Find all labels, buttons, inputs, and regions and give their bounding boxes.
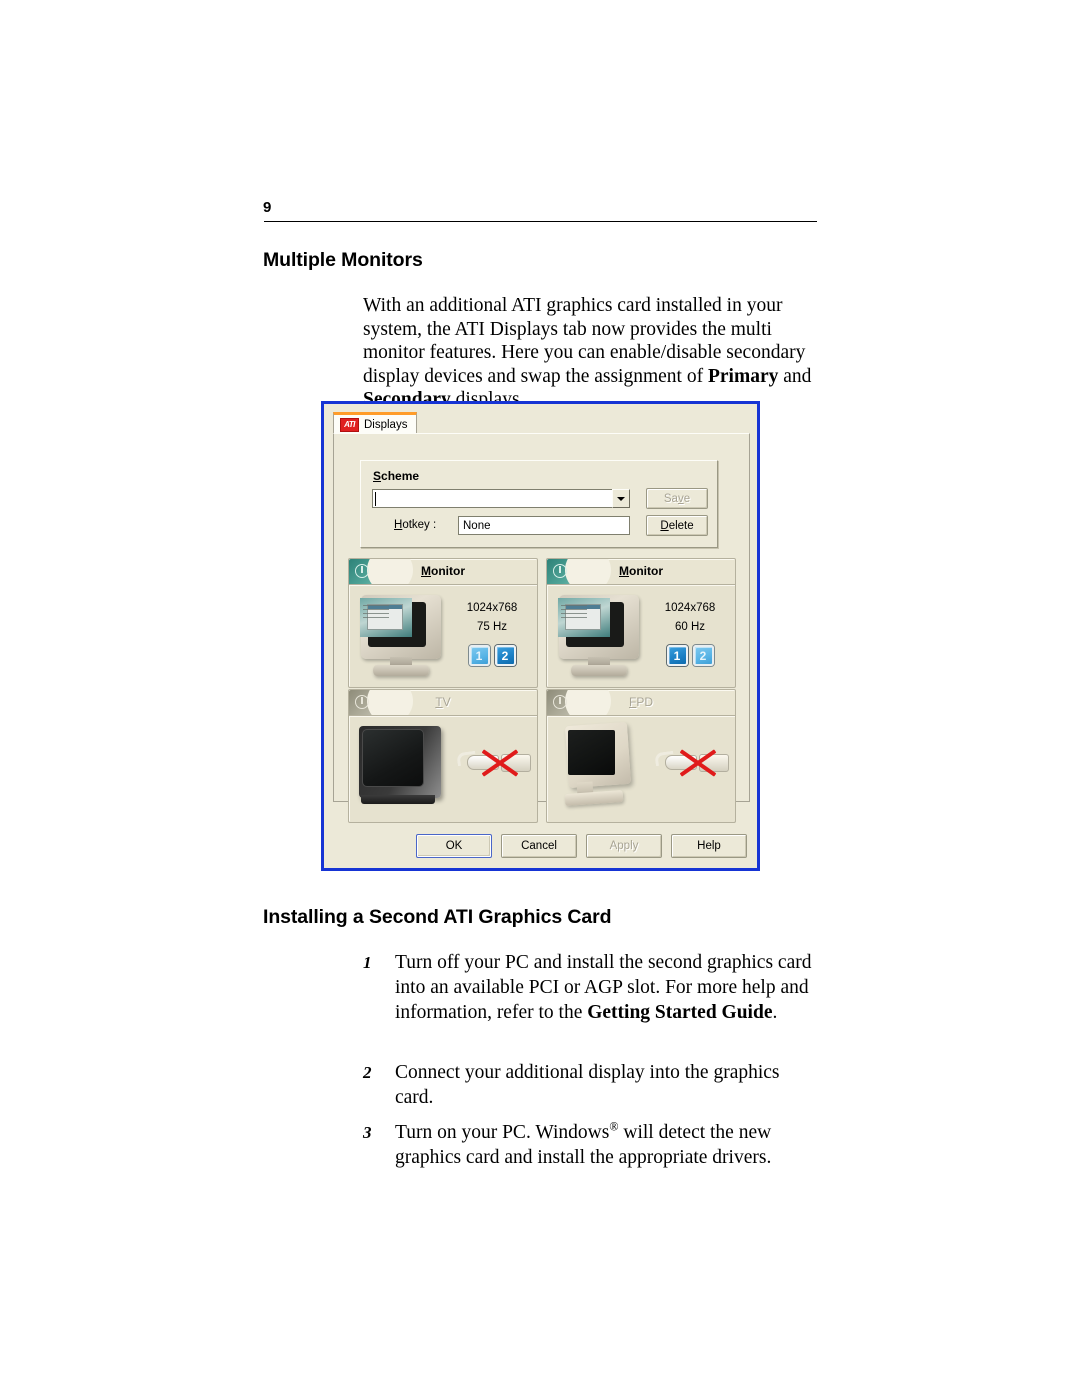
disconnected-cable-icon (456, 742, 541, 782)
ati-logo-icon: ATI (340, 417, 359, 432)
device-title-monitor-1: Monitor (349, 559, 537, 584)
hotkey-input[interactable]: None (458, 516, 630, 535)
hotkey-value: None (463, 519, 491, 532)
list-item-text: Turn on your PC. Windows® will detect th… (395, 1120, 815, 1170)
dialog-button-row: OK Cancel Apply Help (333, 834, 750, 860)
list-item-number: 3 (363, 1123, 372, 1142)
resolution-monitor-2: 1024x768 (664, 602, 716, 614)
device-title-monitor-2: Monitor (547, 559, 735, 584)
paragraph-multiple-monitors: With an additional ATI graphics card ins… (363, 294, 813, 412)
mode-info-monitor-1: 1024x768 75 Hz (449, 599, 535, 637)
crt-monitor-icon (357, 595, 445, 677)
display-badge-2[interactable]: 2 (692, 645, 714, 666)
device-title-tv: TV (349, 690, 537, 715)
tab-displays-label: Displays (364, 418, 408, 431)
list-item-text: Turn off your PC and install the second … (395, 950, 815, 1025)
device-body-tv (348, 716, 538, 823)
ati-displays-dialog[interactable]: ATI Displays Scheme Hotkey : None Sa v e… (321, 401, 760, 871)
device-title-rest: V (442, 695, 451, 709)
device-header-monitor-1: Monitor (348, 558, 538, 585)
list-item-text-end: . (772, 1002, 778, 1023)
display-badges-monitor-1: 1 2 (449, 645, 535, 666)
scheme-group-label: Scheme (373, 469, 419, 483)
delete-button-label-rest: elete (668, 519, 694, 532)
device-header-fpd: FPD (546, 689, 736, 716)
tab-body-panel: Scheme Hotkey : None Sa v e Delete Monit… (333, 433, 750, 823)
list-item: 1 Turn off your PC and install the secon… (363, 950, 815, 1025)
device-panel-monitor-2[interactable]: Monitor 1024x768 60 Hz 1 2 (546, 558, 736, 688)
device-title-accel: M (421, 564, 431, 578)
list-item-text: Connect your additional display into the… (395, 1060, 815, 1110)
save-button[interactable]: Sa v e (646, 488, 708, 509)
display-badge-2[interactable]: 2 (494, 645, 516, 666)
device-body-fpd (546, 716, 736, 823)
delete-button[interactable]: Delete (646, 515, 708, 536)
mode-info-monitor-2: 1024x768 60 Hz (647, 599, 733, 637)
display-badges-monitor-2: 1 2 (647, 645, 733, 666)
list-item-number: 2 (363, 1063, 372, 1082)
scheme-combo-dropdown-button[interactable] (612, 489, 630, 508)
delete-button-label-accel: D (660, 519, 669, 532)
device-title-accel: T (435, 695, 443, 709)
list-item-text-lead: Connect your additional display into the… (395, 1062, 780, 1108)
heading-installing-second-card: Installing a Second ATI Graphics Card (263, 906, 612, 928)
device-panel-monitor-1[interactable]: Monitor 1024x768 75 Hz 1 2 (348, 558, 538, 688)
device-header-tv: TV (348, 689, 538, 716)
list-item-text-lead: Turn on your PC. Windows (395, 1122, 610, 1143)
page-number: 9 (263, 199, 272, 216)
hotkey-label-rest: otkey : (402, 519, 437, 531)
device-title-fpd: FPD (547, 690, 735, 715)
heading-multiple-monitors: Multiple Monitors (263, 249, 423, 271)
help-button[interactable]: Help (671, 834, 747, 858)
header-rule (264, 221, 817, 222)
list-item: 2 Connect your additional display into t… (363, 1060, 815, 1110)
text-caret-icon (375, 492, 376, 506)
device-panel-fpd[interactable]: FPD (546, 689, 736, 823)
list-item: 3 Turn on your PC. Windows® will detect … (363, 1120, 815, 1170)
refresh-rate-monitor-1: 75 Hz (476, 621, 508, 633)
display-badge-1[interactable]: 1 (468, 645, 490, 666)
device-title-accel: M (619, 564, 629, 578)
ok-button[interactable]: OK (416, 834, 492, 858)
flat-panel-display-icon (561, 721, 649, 818)
refresh-rate-monitor-2: 60 Hz (674, 621, 706, 633)
registered-trademark-symbol: ® (609, 1119, 619, 1134)
crt-monitor-icon (555, 595, 643, 677)
resolution-monitor-1: 1024x768 (466, 602, 518, 614)
scheme-combo-input[interactable] (372, 489, 612, 508)
display-badge-1[interactable]: 1 (666, 645, 688, 666)
device-header-monitor-2: Monitor (546, 558, 736, 585)
scheme-label-rest: cheme (381, 469, 420, 483)
save-button-label-a: Sa (663, 492, 678, 505)
scheme-group: Scheme Hotkey : None Sa v e Delete (360, 460, 718, 548)
list-item-text-bold: Getting Started Guide (587, 1002, 773, 1023)
apply-button[interactable]: Apply (586, 834, 662, 858)
device-title-rest: onitor (431, 564, 465, 578)
list-item-number: 1 (363, 953, 372, 972)
save-button-label-b: e (683, 492, 691, 505)
document-page: 9 Multiple Monitors With an additional A… (0, 0, 1080, 1397)
device-title-rest: onitor (629, 564, 663, 578)
device-body-monitor-1: 1024x768 75 Hz 1 2 (348, 585, 538, 688)
device-title-rest: PD (636, 695, 653, 709)
device-panel-tv[interactable]: TV (348, 689, 538, 823)
cancel-button[interactable]: Cancel (501, 834, 577, 858)
dialog-inner: ATI Displays Scheme Hotkey : None Sa v e… (324, 404, 757, 868)
paragraph-bold-primary: Primary (707, 365, 779, 387)
disconnected-cable-icon (654, 742, 739, 782)
chevron-down-icon (617, 496, 625, 501)
device-body-monitor-2: 1024x768 60 Hz 1 2 (546, 585, 736, 688)
scheme-label-accel: S (373, 469, 382, 483)
hotkey-label: Hotkey : (394, 519, 436, 531)
tv-icon (357, 724, 449, 814)
tab-displays[interactable]: ATI Displays (333, 412, 418, 434)
paragraph-text-mid: and (778, 365, 812, 387)
tab-strip: ATI Displays (333, 412, 752, 434)
